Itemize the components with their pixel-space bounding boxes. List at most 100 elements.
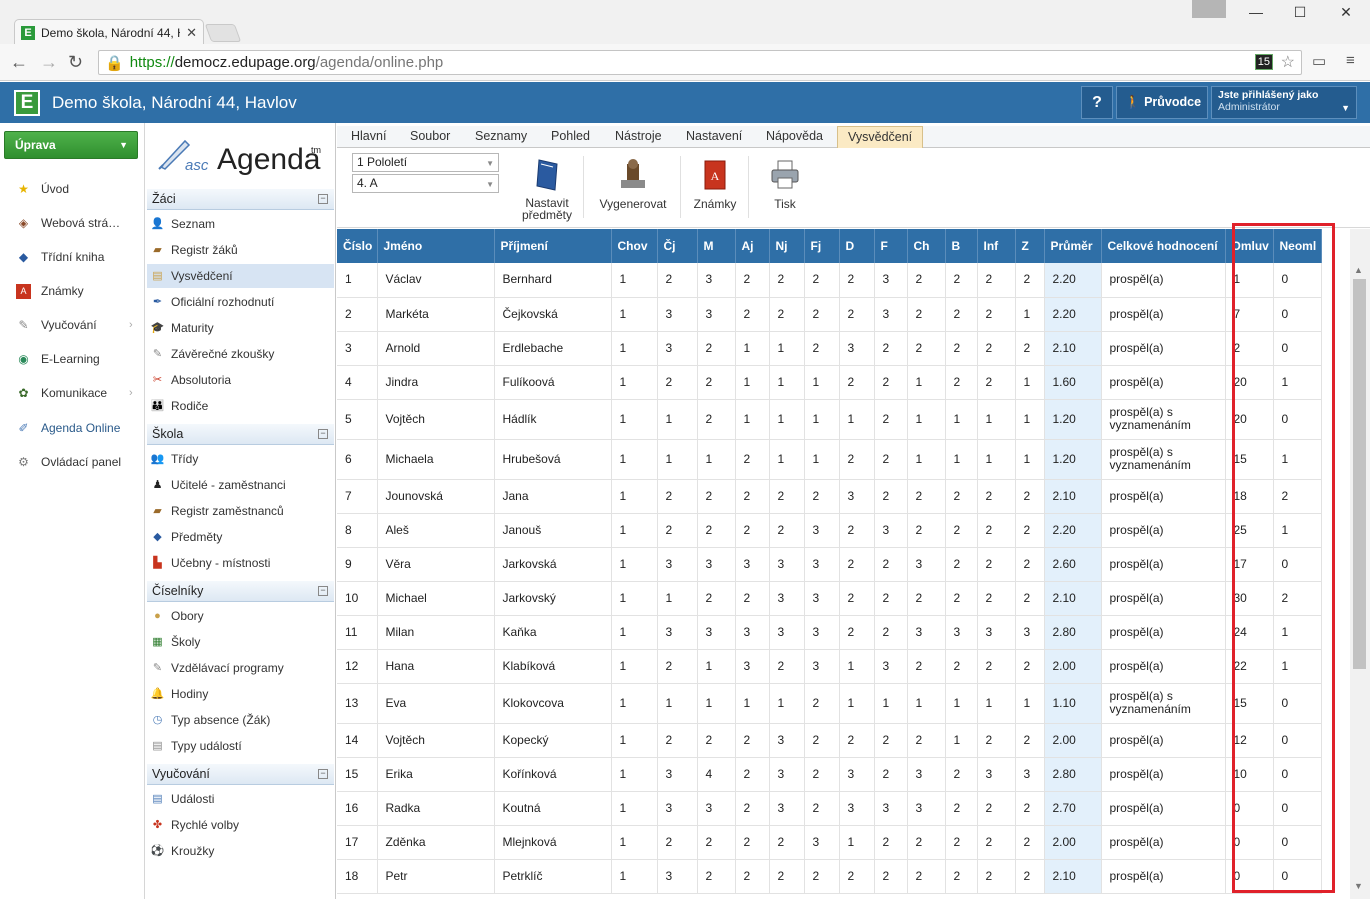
table-cell[interactable]: 2 [769,513,805,548]
table-cell[interactable]: prospěl(a) [1101,365,1226,400]
table-cell[interactable]: 0 [1225,791,1274,826]
close-window-icon[interactable]: ✕ [1326,4,1366,24]
table-cell[interactable]: 2 [735,297,770,332]
table-cell[interactable]: 1 [657,683,698,724]
table-cell[interactable]: 1 [611,723,658,758]
table-cell[interactable]: 2 [735,791,770,826]
table-cell[interactable]: 1 [907,439,946,480]
table-cell[interactable]: 1 [839,649,875,684]
table-cell[interactable]: 2 [1015,649,1045,684]
table-cell[interactable]: 12 [337,649,378,684]
table-cell[interactable]: 3 [657,859,698,894]
table-row[interactable]: 9 Věra Jarkovská 1 3 3 3 3 3 2 2 3 2 2 2 2.60 prospěl(a)… [337,547,1322,582]
table-cell[interactable]: 1 [735,683,770,724]
table-cell[interactable]: prospěl(a) [1101,513,1226,548]
subnav-item-oficialni-rozhodnuti[interactable]: ✒ Oficiální rozhodnutí [147,290,334,314]
column-header[interactable]: Neoml [1273,229,1322,263]
table-cell[interactable]: 3 [657,615,698,650]
table-cell[interactable]: 12 [1225,723,1274,758]
table-cell[interactable]: 3 [657,297,698,332]
table-cell[interactable]: 2.20 [1044,263,1102,298]
table-cell[interactable]: 2 [1015,479,1045,514]
table-cell[interactable]: 3 [839,331,875,366]
subnav-item-seznam[interactable]: 👤 Seznam [147,212,334,236]
table-cell[interactable]: 1.20 [1044,399,1102,440]
subnav-item-tridy[interactable]: 👥 Třídy [147,447,334,471]
back-icon[interactable]: ← [10,52,28,73]
table-cell[interactable]: Klabíková [494,649,612,684]
table-cell[interactable]: 2 [1015,581,1045,616]
table-cell[interactable]: Kaňka [494,615,612,650]
table-cell[interactable]: 2.80 [1044,615,1102,650]
table-cell[interactable]: 3 [874,297,908,332]
cast-icon[interactable]: ▭ [1312,52,1326,70]
table-cell[interactable]: 1 [907,399,946,440]
table-cell[interactable]: 2 [977,791,1016,826]
table-cell[interactable]: 3 [697,263,736,298]
table-cell[interactable]: 3 [337,331,378,366]
table-row[interactable]: 14 Vojtěch Kopecký 1 2 2 2 3 2 2 2 2 1 2 2 2.00 prospěl(… [337,723,1322,758]
column-header[interactable]: Příjmení [494,229,612,263]
table-cell[interactable]: 2 [874,859,908,894]
table-cell[interactable]: 2 [769,649,805,684]
class-select[interactable]: 4. A ▼ [352,174,499,193]
table-cell[interactable]: 3 [697,615,736,650]
table-cell[interactable]: prospěl(a) [1101,825,1226,860]
tab-pohled[interactable]: Pohled [541,126,600,148]
scrollbar-thumb[interactable] [1353,279,1366,669]
table-cell[interactable]: Zděnka [377,825,495,860]
table-cell[interactable]: 3 [839,479,875,514]
table-cell[interactable]: 1 [697,683,736,724]
table-row[interactable]: 12 Hana Klabíková 1 2 1 3 2 3 1 3 2 2 2 2 2.00 prospěl(a… [337,649,1322,684]
table-cell[interactable]: Janouš [494,513,612,548]
table-cell[interactable]: 2.60 [1044,547,1102,582]
extension-badge[interactable]: 15 [1254,54,1273,70]
table-cell[interactable]: 3 [804,649,840,684]
table-cell[interactable]: 7 [1225,297,1274,332]
table-cell[interactable]: 1 [611,825,658,860]
table-cell[interactable]: 2 [945,791,978,826]
table-cell[interactable]: 1.10 [1044,683,1102,724]
table-cell[interactable]: 2 [657,263,698,298]
maximize-icon[interactable]: ☐ [1280,4,1320,24]
table-cell[interactable]: 3 [1015,757,1045,792]
table-cell[interactable]: Eva [377,683,495,724]
nav-item-agenda-online[interactable]: ✐ Agenda Online [16,418,120,438]
table-row[interactable]: 7 Jounovská Jana 1 2 2 2 2 2 3 2 2 2 2 2 2.10 prospěl(a)… [337,479,1322,514]
table-cell[interactable]: prospěl(a) [1101,723,1226,758]
table-cell[interactable]: 2 [1015,859,1045,894]
table-cell[interactable]: 3 [697,791,736,826]
table-cell[interactable]: 3 [697,547,736,582]
table-cell[interactable]: 2 [735,263,770,298]
table-cell[interactable]: 16 [337,791,378,826]
table-cell[interactable]: 30 [1225,581,1274,616]
url-input[interactable]: 🔒 https:// democz.edupage.org /agenda/on… [98,50,1302,75]
table-cell[interactable]: 2 [1015,723,1045,758]
table-cell[interactable]: 3 [769,581,805,616]
table-cell[interactable]: 3 [804,547,840,582]
table-cell[interactable]: Hana [377,649,495,684]
table-cell[interactable]: 2 [735,825,770,860]
table-cell[interactable]: 3 [735,649,770,684]
subnav-item-obory[interactable]: ● Obory [147,604,334,628]
column-header[interactable]: Z [1015,229,1045,263]
table-cell[interactable]: 1 [1015,297,1045,332]
table-cell[interactable]: Markéta [377,297,495,332]
table-cell[interactable]: 1 [611,399,658,440]
table-cell[interactable]: 2 [697,723,736,758]
table-cell[interactable]: 2 [874,479,908,514]
table-cell[interactable]: Jarkovská [494,547,612,582]
table-cell[interactable]: 1 [611,365,658,400]
table-cell[interactable]: 3 [769,757,805,792]
table-cell[interactable]: Kořínková [494,757,612,792]
table-cell[interactable]: 15 [1225,683,1274,724]
table-row[interactable]: 13 Eva Klokovcova 1 1 1 1 1 2 1 1 1 1 1 1 1.10 prospěl(a… [337,683,1322,724]
subnav-item-udalosti[interactable]: ▤ Události [147,787,334,811]
table-cell[interactable]: 2 [945,757,978,792]
table-cell[interactable]: 2 [874,365,908,400]
table-cell[interactable]: Vojtěch [377,723,495,758]
column-header[interactable]: Průměr [1044,229,1102,263]
table-cell[interactable]: 2 [735,723,770,758]
table-cell[interactable]: 2 [1015,547,1045,582]
table-cell[interactable]: prospěl(a) [1101,791,1226,826]
